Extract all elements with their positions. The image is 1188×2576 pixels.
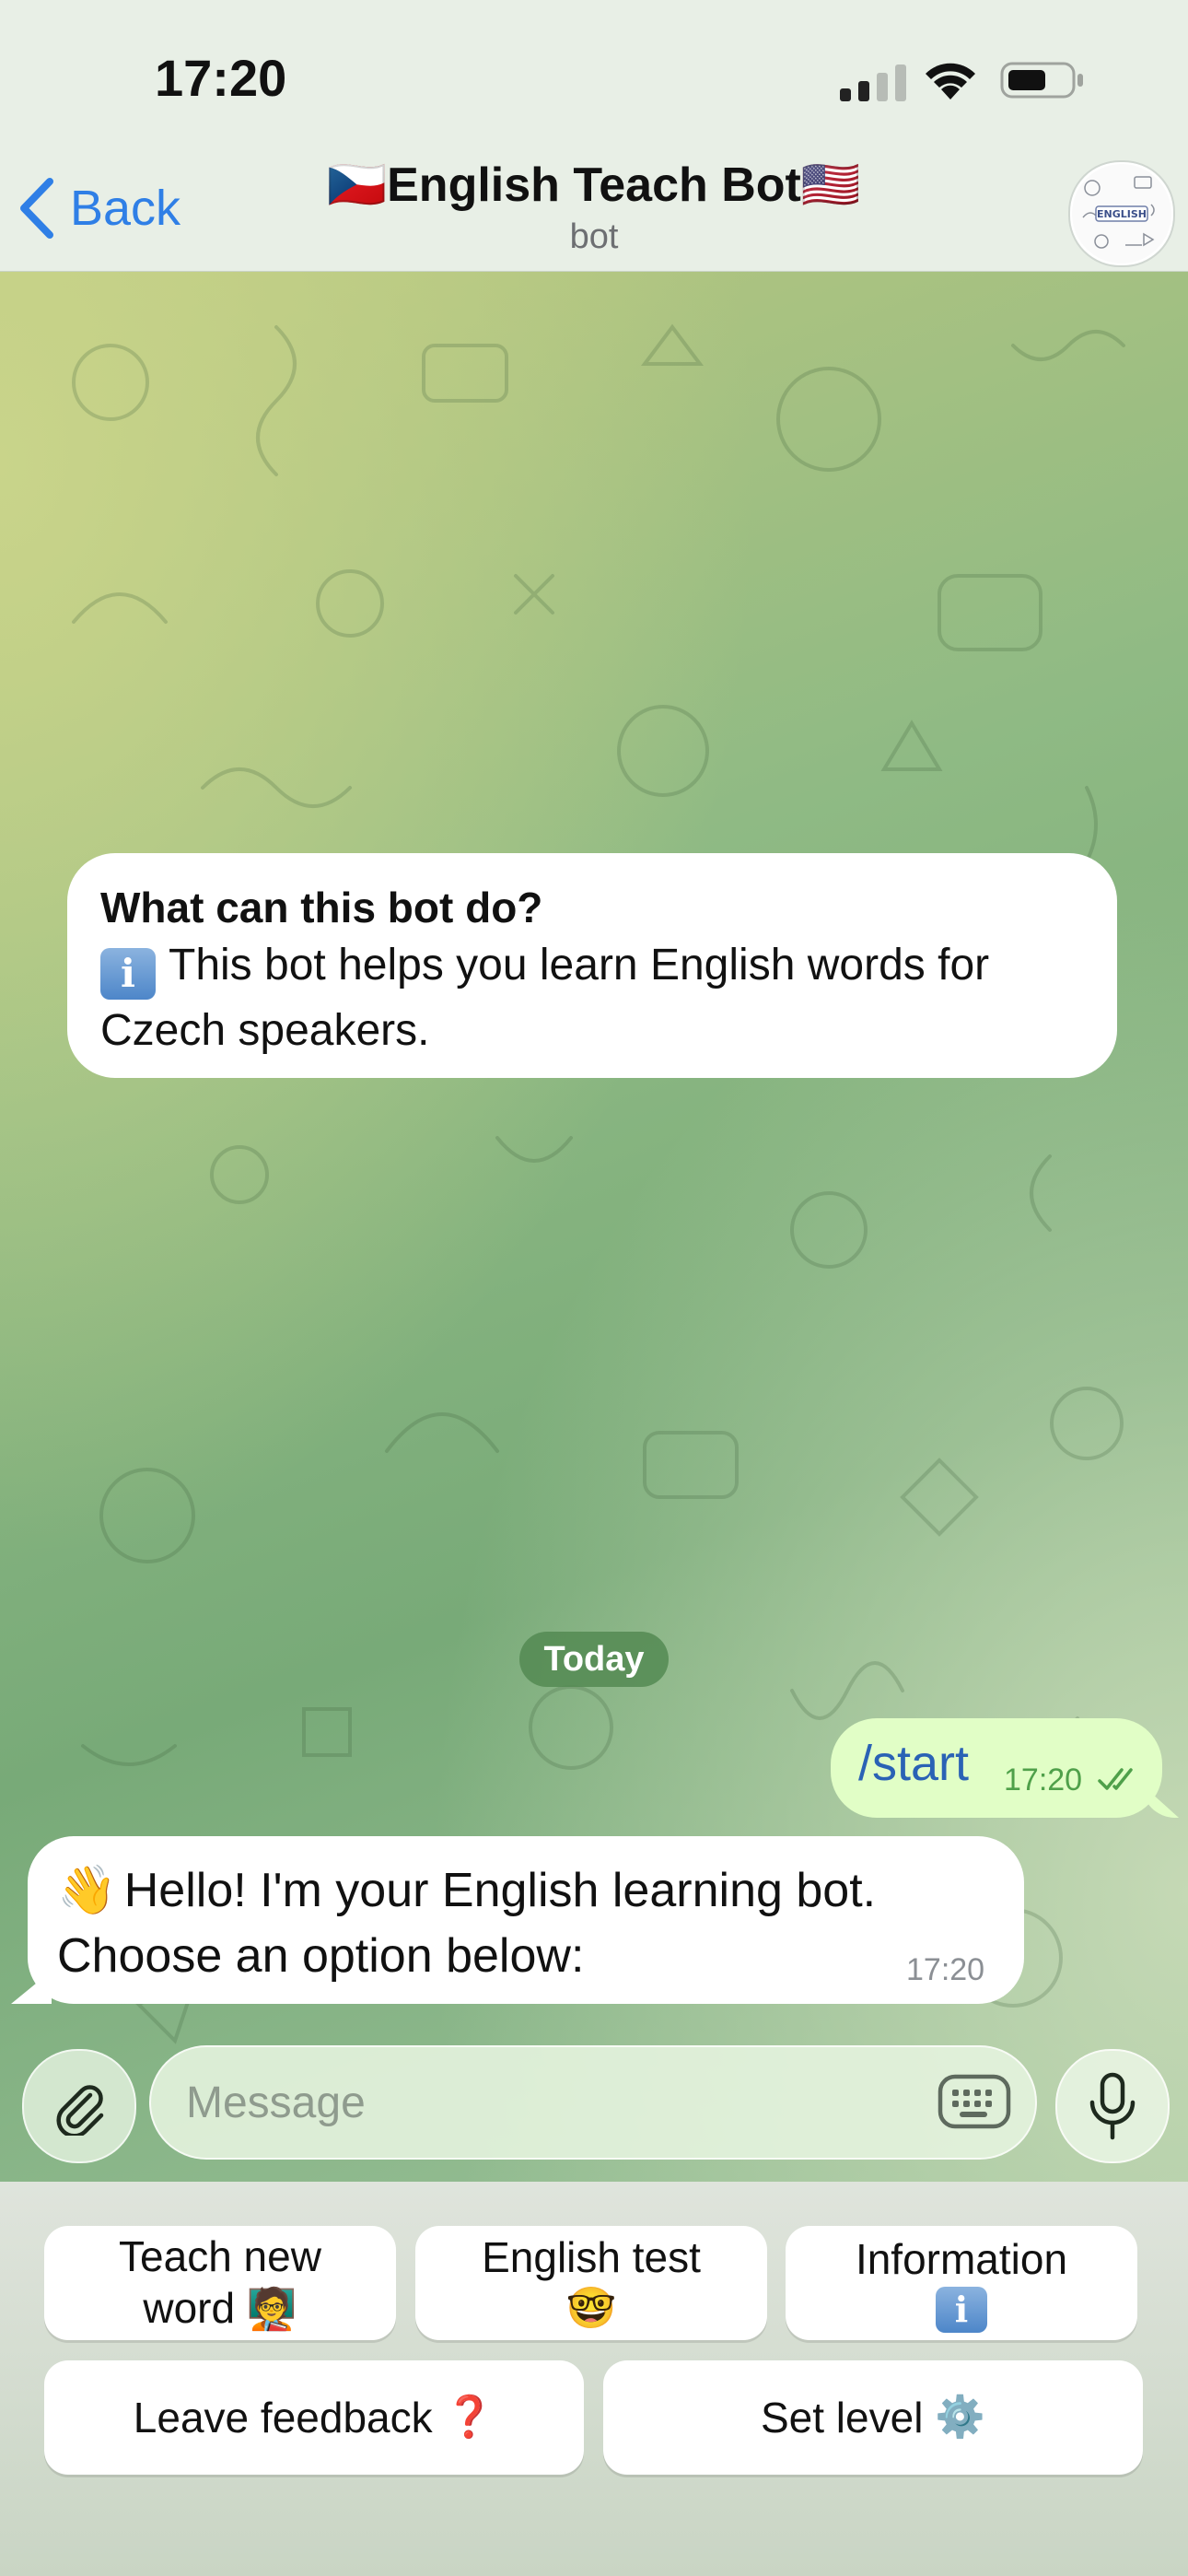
attach-button[interactable]: [22, 2049, 136, 2163]
teacher-icon: 🧑‍🏫: [246, 2287, 297, 2332]
information-label: Information: [855, 2235, 1068, 2283]
info-icon: i: [100, 948, 156, 1000]
bot-info-card: What can this bot do? i This bot helps yo…: [67, 853, 1117, 1078]
waving-hand-icon: 👋: [57, 1864, 117, 1917]
info-icon: i: [936, 2287, 987, 2333]
teach-new-word-label-line1: Teach new: [119, 2232, 321, 2280]
cellular-signal-icon: [840, 64, 906, 101]
paperclip-icon: [56, 2085, 104, 2136]
incoming-message-time: 17:20: [906, 1952, 985, 1987]
gear-icon: ⚙️: [935, 2395, 985, 2440]
bot-avatar-image: ENGLISH: [1072, 164, 1171, 263]
microphone-icon: [1089, 2072, 1136, 2140]
chat-subtitle: bot: [569, 217, 619, 256]
leave-feedback-button[interactable]: Leave feedback ❓: [44, 2360, 584, 2475]
read-checkmarks-icon: [1098, 1768, 1133, 1790]
teach-new-word-label-line2: word 🧑‍🏫: [143, 2284, 297, 2332]
teach-new-word-button[interactable]: Teach new word 🧑‍🏫: [44, 2226, 396, 2340]
message-input[interactable]: [149, 2045, 1037, 2160]
date-separator: Today: [519, 1632, 669, 1687]
question-mark-icon: ❓: [444, 2395, 495, 2440]
status-time: 17:20: [155, 49, 287, 107]
english-test-label: English test: [482, 2233, 701, 2281]
set-level-label: Set level: [760, 2394, 924, 2441]
outgoing-message-text[interactable]: /start: [858, 1735, 969, 1792]
leave-feedback-label: Leave feedback: [133, 2394, 433, 2441]
outgoing-message-time: 17:20: [1004, 1762, 1083, 1797]
bot-avatar[interactable]: ENGLISH: [1068, 160, 1175, 267]
battery-icon: [1000, 62, 1083, 99]
set-level-button[interactable]: Set level ⚙️: [603, 2360, 1143, 2475]
incoming-message[interactable]: 👋 Hello! I'm your English learning bot. C…: [28, 1836, 1024, 2004]
wifi-icon: [926, 63, 975, 100]
chat-area[interactable]: What can this bot do? i This bot helps yo…: [0, 272, 1188, 2182]
nerd-face-icon: 🤓: [565, 2286, 617, 2331]
information-button[interactable]: Information i: [786, 2226, 1137, 2340]
microphone-button[interactable]: [1055, 2049, 1170, 2163]
english-test-button[interactable]: English test 🤓: [415, 2226, 767, 2340]
incoming-message-line2: Choose an option below:: [57, 1929, 585, 1983]
bot-info-description: i This bot helps you learn English words …: [100, 934, 1084, 1062]
outgoing-message[interactable]: /start 17:20: [831, 1718, 1162, 1818]
incoming-message-text1: Hello! I'm your English learning bot.: [123, 1864, 877, 1917]
incoming-message-line1: 👋 Hello! I'm your English learning bot.: [57, 1862, 876, 1918]
bot-info-description-text: This bot helps you learn English words f…: [100, 941, 990, 1055]
chat-title[interactable]: 🇨🇿English Teach Bot🇺🇸: [0, 157, 1188, 213]
bot-info-title: What can this bot do?: [100, 884, 543, 931]
reply-keyboard: Teach new word 🧑‍🏫 English test 🤓 Inform…: [0, 2182, 1188, 2576]
top-bar: 17:20 Back 🇨🇿English Teach Bot🇺🇸 bot ENG…: [0, 0, 1188, 272]
svg-text:ENGLISH: ENGLISH: [1097, 208, 1147, 220]
keyboard-icon[interactable]: [938, 2071, 1011, 2132]
